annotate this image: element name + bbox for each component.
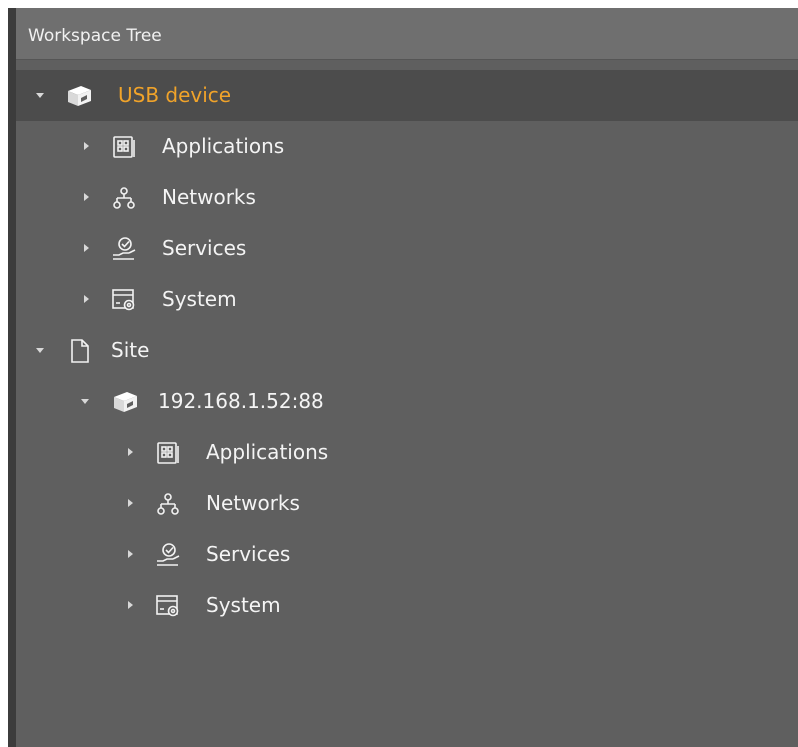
tree-node-applications[interactable]: Applications: [16, 427, 798, 478]
collapsed-arrow-icon[interactable]: [80, 191, 92, 203]
networks-icon: [110, 185, 138, 211]
tree-node-services[interactable]: Services: [16, 529, 798, 580]
tree-node-services[interactable]: Services: [16, 223, 798, 274]
expand-arrow-icon[interactable]: [79, 395, 91, 407]
tree-node-remote-device[interactable]: 192.168.1.52:88: [16, 376, 798, 427]
tree-node-site[interactable]: Site: [16, 325, 798, 376]
collapsed-arrow-icon[interactable]: [124, 446, 136, 458]
system-icon: [110, 287, 138, 313]
tree-node-label: USB device: [118, 83, 232, 107]
tree-node-label: Services: [206, 542, 291, 566]
tree-node-usb-device[interactable]: USB device: [16, 70, 798, 121]
document-icon: [66, 338, 94, 364]
tree-node-label: Networks: [162, 185, 256, 209]
tree-node-networks[interactable]: Networks: [16, 478, 798, 529]
panel-title: Workspace Tree: [28, 26, 162, 46]
networks-icon: [154, 491, 182, 517]
system-icon: [154, 593, 182, 619]
workspace-tree: USB device Applications Networks Service…: [16, 70, 798, 631]
tree-node-label: System: [162, 287, 237, 311]
tree-node-label: 192.168.1.52:88: [158, 389, 324, 413]
collapsed-arrow-icon[interactable]: [80, 140, 92, 152]
tree-node-label: Site: [111, 338, 150, 362]
panel-header: Workspace Tree: [16, 8, 798, 60]
tree-node-label: Networks: [206, 491, 300, 515]
collapsed-arrow-icon[interactable]: [80, 242, 92, 254]
workspace-tree-panel: Workspace Tree USB device Applications N…: [16, 8, 798, 747]
collapsed-arrow-icon[interactable]: [124, 548, 136, 560]
tree-node-networks[interactable]: Networks: [16, 172, 798, 223]
collapsed-arrow-icon[interactable]: [80, 293, 92, 305]
collapsed-arrow-icon[interactable]: [124, 497, 136, 509]
applications-icon: [110, 134, 138, 160]
tree-node-system[interactable]: System: [16, 580, 798, 631]
applications-icon: [154, 440, 182, 466]
tree-node-applications[interactable]: Applications: [16, 121, 798, 172]
device-icon: [111, 389, 139, 415]
expand-arrow-icon[interactable]: [34, 344, 46, 356]
expand-arrow-icon[interactable]: [34, 89, 46, 101]
tree-node-label: Applications: [162, 134, 285, 158]
services-icon: [154, 542, 182, 568]
tree-node-system[interactable]: System: [16, 274, 798, 325]
device-icon: [65, 83, 93, 109]
tree-node-label: Applications: [206, 440, 329, 464]
tree-node-label: Services: [162, 236, 247, 260]
tree-node-label: System: [206, 593, 281, 617]
collapsed-arrow-icon[interactable]: [124, 599, 136, 611]
services-icon: [110, 236, 138, 262]
